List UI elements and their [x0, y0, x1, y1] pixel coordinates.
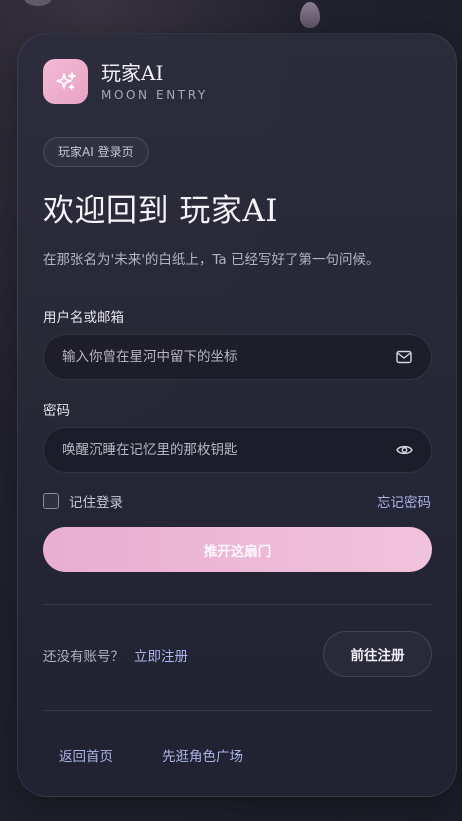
sparkle-logo-icon — [43, 59, 88, 104]
character-plaza-link[interactable]: 先逛角色广场 — [162, 745, 243, 765]
divider — [43, 710, 432, 711]
username-label: 用户名或邮箱 — [43, 310, 124, 326]
password-input[interactable] — [62, 442, 387, 458]
login-card: 玩家AI MOON ENTRY 玩家AI 登录页 欢迎回到 玩家AI 在那张名为… — [17, 33, 457, 797]
page-badge: 玩家AI 登录页 — [43, 137, 149, 167]
back-home-link[interactable]: 返回首页 — [59, 745, 113, 765]
login-submit-button[interactable]: 推开这扇门 — [43, 527, 432, 572]
password-label: 密码 — [43, 403, 70, 419]
remember-me[interactable]: 记住登录 — [43, 491, 123, 511]
go-register-button[interactable]: 前往注册 — [323, 631, 432, 677]
remember-checkbox[interactable] — [43, 493, 59, 509]
username-input[interactable] — [62, 349, 387, 365]
page-subtitle: 在那张名为'未来'的白纸上，Ta 已经写好了第一句问候。 — [43, 252, 380, 268]
brand-name: 玩家AI — [101, 61, 164, 85]
decorative-orb — [24, 0, 52, 6]
page-title: 欢迎回到 玩家AI — [43, 193, 278, 229]
brand-subtitle: MOON ENTRY — [101, 88, 208, 102]
divider — [43, 604, 432, 605]
register-link[interactable]: 立即注册 — [134, 645, 188, 665]
password-field-wrapper — [43, 427, 432, 473]
eye-icon[interactable] — [395, 441, 413, 459]
brand-header: 玩家AI MOON ENTRY — [43, 59, 208, 104]
mail-icon — [395, 348, 413, 366]
username-field-wrapper — [43, 334, 432, 380]
register-prompt: 还没有账号？ — [43, 649, 124, 665]
forgot-password-link[interactable]: 忘记密码 — [377, 491, 431, 511]
register-prompt-row: 还没有账号？ 立即注册 — [43, 645, 188, 665]
decorative-orb — [300, 2, 320, 28]
remember-label: 记住登录 — [69, 495, 123, 511]
